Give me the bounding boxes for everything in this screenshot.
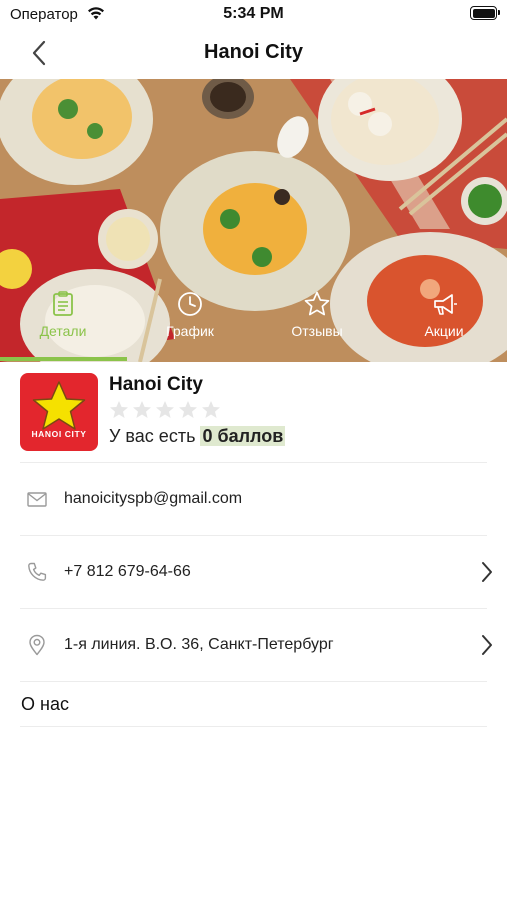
page-title: Hanoi City xyxy=(204,41,303,63)
points-prefix: У вас есть xyxy=(109,426,196,446)
about-section-title[interactable]: О нас xyxy=(21,694,69,715)
phone-text: +7 812 679-64-66 xyxy=(64,563,191,580)
divider xyxy=(20,726,487,727)
active-tab-indicator xyxy=(0,357,127,361)
tab-details-label: Детали xyxy=(39,323,87,339)
tabs-shade xyxy=(0,361,507,362)
star-logo-icon xyxy=(32,381,86,430)
chevron-right-icon xyxy=(482,562,492,582)
tab-details[interactable]: Детали xyxy=(8,290,118,339)
tab-reviews[interactable]: Отзывы xyxy=(262,290,372,339)
logo-text: HANOI CITY xyxy=(31,429,87,439)
tab-promotions[interactable]: Акции xyxy=(389,290,499,339)
restaurant-logo: HANOI CITY xyxy=(20,373,98,451)
envelope-icon xyxy=(27,492,47,507)
navigation-bar: Hanoi City xyxy=(0,30,507,78)
address-text: 1-я линия. В.О. 36, Санкт-Петербург xyxy=(64,636,334,653)
points-balance: У вас есть 0 баллов xyxy=(109,426,286,447)
address-row[interactable]: 1-я линия. В.О. 36, Санкт-Петербург xyxy=(0,609,507,681)
tab-reviews-label: Отзывы xyxy=(291,323,343,339)
star-empty-icon xyxy=(202,401,220,418)
tab-schedule[interactable]: График xyxy=(135,290,245,339)
email-row[interactable]: hanoicityspb@gmail.com xyxy=(0,463,507,535)
megaphone-icon xyxy=(434,294,457,315)
battery-icon xyxy=(470,6,500,20)
points-value: 0 баллов xyxy=(200,426,286,446)
star-empty-icon xyxy=(156,401,174,418)
email-text: hanoicityspb@gmail.com xyxy=(64,490,243,507)
clock-icon xyxy=(178,292,202,316)
star-empty-icon xyxy=(179,401,197,418)
restaurant-name: Hanoi City xyxy=(109,374,203,395)
info-list-icon xyxy=(53,291,73,316)
tab-schedule-label: График xyxy=(166,323,214,339)
status-time: 5:34 PM xyxy=(223,5,284,22)
chevron-right-icon xyxy=(482,635,492,655)
rating-stars xyxy=(109,400,221,422)
star-empty-icon xyxy=(133,401,151,418)
star-outline-icon xyxy=(304,291,330,316)
divider xyxy=(20,681,487,682)
star-empty-icon xyxy=(110,401,128,418)
phone-icon xyxy=(28,562,47,581)
status-bar: Оператор 5:34 PM xyxy=(0,0,507,30)
location-pin-icon xyxy=(29,634,45,656)
phone-row[interactable]: +7 812 679-64-66 xyxy=(0,536,507,608)
tab-promotions-label: Акции xyxy=(424,323,464,339)
